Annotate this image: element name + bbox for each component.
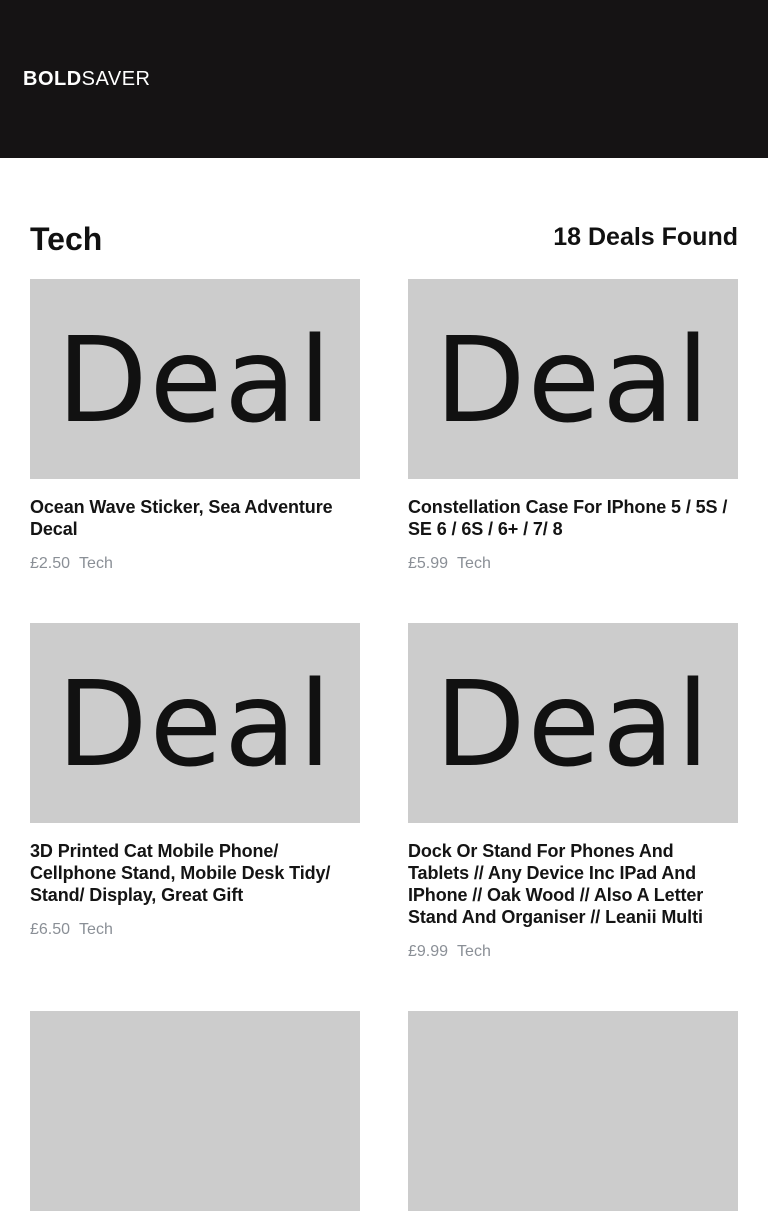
deal-title[interactable]: Constellation Case For IPhone 5 / 5S / S…: [408, 496, 738, 540]
deal-category[interactable]: Tech: [79, 921, 113, 938]
deal-meta: £2.50 Tech: [30, 554, 360, 574]
deal-image[interactable]: Deal: [30, 623, 360, 823]
logo-light-text: SAVER: [81, 68, 151, 90]
deal-card[interactable]: Deal Constellation Case For IPhone 5 / 5…: [408, 279, 738, 574]
deal-image[interactable]: Deal: [408, 623, 738, 823]
logo-bold-text: BOLD: [23, 68, 82, 90]
deal-category[interactable]: Tech: [79, 555, 113, 572]
deal-image[interactable]: Deal: [30, 279, 360, 479]
deal-image[interactable]: Deal: [408, 279, 738, 479]
page-title: Tech: [30, 221, 103, 257]
deal-image-text: Deal: [56, 311, 334, 449]
deal-price: £9.99: [408, 943, 449, 960]
deal-category[interactable]: Tech: [457, 555, 491, 572]
deal-image-text: Deal: [434, 655, 712, 793]
boldsaver-logo[interactable]: BOLDSAVER: [23, 67, 151, 91]
site-header: BOLDSAVER: [0, 0, 768, 158]
deal-card[interactable]: [408, 1011, 738, 1211]
deal-meta: £6.50 Tech: [30, 920, 360, 940]
deal-card[interactable]: Deal Dock Or Stand For Phones And Tablet…: [408, 623, 738, 962]
deal-title[interactable]: 3D Printed Cat Mobile Phone/ Cellphone S…: [30, 840, 360, 906]
deal-image[interactable]: [408, 1011, 738, 1211]
deal-meta: £5.99 Tech: [408, 554, 738, 574]
deal-price: £6.50: [30, 921, 71, 938]
deal-card[interactable]: Deal Ocean Wave Sticker, Sea Adventure D…: [30, 279, 360, 574]
deal-image[interactable]: [30, 1011, 360, 1211]
deal-title[interactable]: Dock Or Stand For Phones And Tablets // …: [408, 840, 738, 928]
deal-category[interactable]: Tech: [457, 943, 491, 960]
deal-price: £5.99: [408, 555, 449, 572]
deal-card[interactable]: [30, 1011, 360, 1211]
deal-title[interactable]: Ocean Wave Sticker, Sea Adventure Decal: [30, 496, 360, 540]
deals-found-count: 18 Deals Found: [553, 223, 738, 251]
deal-price: £2.50: [30, 555, 71, 572]
deal-image-text: Deal: [434, 311, 712, 449]
deal-image-text: Deal: [56, 655, 334, 793]
deal-meta: £9.99 Tech: [408, 942, 738, 962]
deal-card[interactable]: Deal 3D Printed Cat Mobile Phone/ Cellph…: [30, 623, 360, 940]
